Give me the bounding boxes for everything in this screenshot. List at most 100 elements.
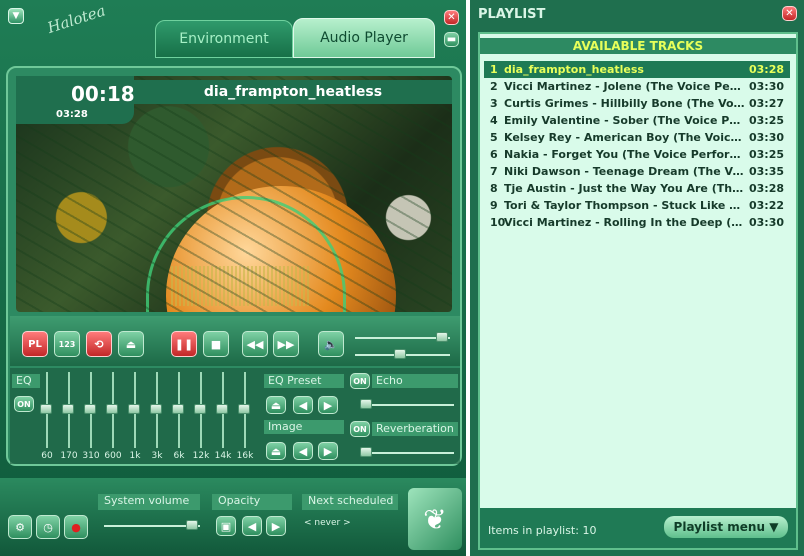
echo-slider-track[interactable] bbox=[360, 404, 454, 406]
eq-preset-label: EQ Preset bbox=[264, 374, 344, 388]
eq-band-knob[interactable] bbox=[128, 404, 140, 414]
eq-band-knob[interactable] bbox=[106, 404, 118, 414]
eq-band-knob[interactable] bbox=[172, 404, 184, 414]
eq-band-label: 14k bbox=[214, 451, 232, 461]
opacity-prev-icon[interactable]: ◀ bbox=[242, 516, 262, 536]
track-row[interactable]: 9 Tori & Taylor Thompson - Stuck Like Glu… bbox=[484, 197, 790, 214]
track-row[interactable]: 1 dia_frampton_heatless 03:28 bbox=[484, 61, 790, 78]
track-number: 3 bbox=[490, 97, 498, 110]
track-title: Kelsey Rey - American Boy (The Voice Pe.… bbox=[504, 131, 746, 144]
track-row[interactable]: 5 Kelsey Rey - American Boy (The Voice Pe… bbox=[484, 129, 790, 146]
playlist-window: PLAYLIST ✕ AVAILABLE TRACKS 1 dia_frampto… bbox=[470, 0, 804, 556]
system-volume-label: System volume bbox=[98, 494, 200, 510]
repeat-button[interactable]: 123 bbox=[54, 331, 80, 357]
playlist-menu-button[interactable]: Playlist menu ▼ bbox=[664, 516, 788, 538]
playlist-menu-label: Playlist menu bbox=[673, 520, 766, 534]
reverb-on-button[interactable]: ON bbox=[350, 421, 370, 437]
stop-icon[interactable]: ■ bbox=[203, 331, 229, 357]
forward-icon[interactable]: ▶▶ bbox=[273, 331, 299, 357]
echo-slider-knob[interactable] bbox=[360, 399, 372, 409]
reverb-slider-track[interactable] bbox=[360, 452, 454, 454]
track-duration: 03:30 bbox=[748, 216, 784, 229]
eq-band-knob[interactable] bbox=[84, 404, 96, 414]
eq-band-knob[interactable] bbox=[62, 404, 74, 414]
image-label: Image bbox=[264, 420, 344, 434]
track-title: Niki Dawson - Teenage Dream (The Voice..… bbox=[504, 165, 746, 178]
rewind-icon[interactable]: ◀◀ bbox=[242, 331, 268, 357]
track-duration: 03:28 bbox=[748, 63, 784, 76]
window-menu-button[interactable]: ▼ bbox=[8, 8, 24, 24]
track-duration: 03:28 bbox=[56, 109, 88, 120]
eq-preset-next-icon[interactable]: ▶ bbox=[318, 396, 338, 414]
track-row[interactable]: 10 Vicci Martinez - Rolling In the Deep (… bbox=[484, 214, 790, 231]
image-next-icon[interactable]: ▶ bbox=[318, 442, 338, 460]
eject-icon[interactable]: ⏏ bbox=[118, 331, 144, 357]
track-row[interactable]: 7 Niki Dawson - Teenage Dream (The Voice.… bbox=[484, 163, 790, 180]
track-row[interactable]: 6 Nakia - Forget You (The Voice Performan… bbox=[484, 146, 790, 163]
minimize-button[interactable]: ▬ bbox=[444, 32, 459, 47]
track-row[interactable]: 8 Tje Austin - Just the Way You Are (The … bbox=[484, 180, 790, 197]
playlist-footer: Items in playlist: 10 Playlist menu ▼ bbox=[480, 508, 796, 548]
track-number: 6 bbox=[490, 148, 498, 161]
track-title: dia_frampton_heatless bbox=[504, 63, 644, 76]
eq-band-label: 6k bbox=[173, 451, 185, 461]
pl-label: PL bbox=[28, 338, 42, 350]
eq-on-label: ON bbox=[17, 399, 31, 409]
items-count: Items in playlist: 10 bbox=[488, 524, 597, 537]
balance-slider-knob[interactable] bbox=[394, 349, 406, 359]
echo-on-button[interactable]: ON bbox=[350, 373, 370, 389]
track-number: 8 bbox=[490, 182, 498, 195]
track-row[interactable]: 3 Curtis Grimes - Hillbilly Bone (The Voi… bbox=[484, 95, 790, 112]
track-duration: 03:27 bbox=[748, 97, 784, 110]
track-number: 1 bbox=[490, 63, 498, 76]
eq-band-label: 600 bbox=[104, 451, 122, 461]
eq-on-button[interactable]: ON bbox=[14, 396, 34, 412]
track-row[interactable]: 4 Emily Valentine - Sober (The Voice Perf… bbox=[484, 112, 790, 129]
track-number: 9 bbox=[490, 199, 498, 212]
volume-slider-knob[interactable] bbox=[436, 332, 448, 342]
chevron-down-icon: ▼ bbox=[769, 520, 779, 534]
eq-band-knob[interactable] bbox=[150, 404, 162, 414]
track-duration: 03:22 bbox=[748, 199, 784, 212]
tab-audio-player-label: Audio Player bbox=[320, 30, 408, 46]
eq-band-knob[interactable] bbox=[238, 404, 250, 414]
echo-on-label: ON bbox=[353, 376, 367, 386]
eq-band-label: 16k bbox=[236, 451, 254, 461]
track-number: 4 bbox=[490, 114, 498, 127]
eq-preset-prev-icon[interactable]: ◀ bbox=[293, 396, 313, 414]
eq-band-knob[interactable] bbox=[216, 404, 228, 414]
echo-label: Echo bbox=[372, 374, 458, 388]
settings-gear-icon[interactable]: ⚙ bbox=[8, 515, 32, 539]
eq-band-knob[interactable] bbox=[194, 404, 206, 414]
pause-icon[interactable]: ❚❚ bbox=[171, 331, 197, 357]
eq-band-label: 12k bbox=[192, 451, 210, 461]
eq-band-knob[interactable] bbox=[40, 404, 52, 414]
reverb-slider-knob[interactable] bbox=[360, 447, 372, 457]
close-button[interactable]: ✕ bbox=[444, 10, 459, 25]
system-volume-knob[interactable] bbox=[186, 520, 198, 530]
track-title: Vicci Martinez - Rolling In the Deep (Th… bbox=[504, 216, 746, 229]
opacity-icon[interactable]: ▣ bbox=[216, 516, 236, 536]
eq-band-label: 310 bbox=[82, 451, 100, 461]
loop-icon[interactable]: ⟲ bbox=[86, 331, 112, 357]
playlist-close-button[interactable]: ✕ bbox=[782, 6, 797, 21]
record-icon[interactable]: ● bbox=[64, 515, 88, 539]
image-prev-icon[interactable]: ◀ bbox=[293, 442, 313, 460]
track-title: Tje Austin - Just the Way You Are (The V… bbox=[504, 182, 746, 195]
tab-audio-player[interactable]: Audio Player bbox=[293, 18, 435, 58]
next-scheduled-label: Next scheduled bbox=[302, 494, 398, 510]
volume-icon[interactable]: 🔈 bbox=[318, 331, 344, 357]
track-duration: 03:28 bbox=[748, 182, 784, 195]
repeat-label: 123 bbox=[58, 339, 76, 349]
track-row[interactable]: 2 Vicci Martinez - Jolene (The Voice Perf… bbox=[484, 78, 790, 95]
tab-environment[interactable]: Environment bbox=[155, 20, 293, 58]
playlist-toggle-button[interactable]: PL bbox=[22, 331, 48, 357]
available-tracks-header: AVAILABLE TRACKS bbox=[480, 38, 796, 54]
opacity-next-icon[interactable]: ▶ bbox=[266, 516, 286, 536]
eq-preset-eject-icon[interactable]: ⏏ bbox=[266, 396, 286, 414]
reverb-on-label: ON bbox=[353, 424, 367, 434]
clock-icon[interactable]: ◷ bbox=[36, 515, 60, 539]
image-eject-icon[interactable]: ⏏ bbox=[266, 442, 286, 460]
eq-band-label: 60 bbox=[41, 451, 53, 461]
next-scheduled-value: < never > bbox=[304, 518, 351, 528]
